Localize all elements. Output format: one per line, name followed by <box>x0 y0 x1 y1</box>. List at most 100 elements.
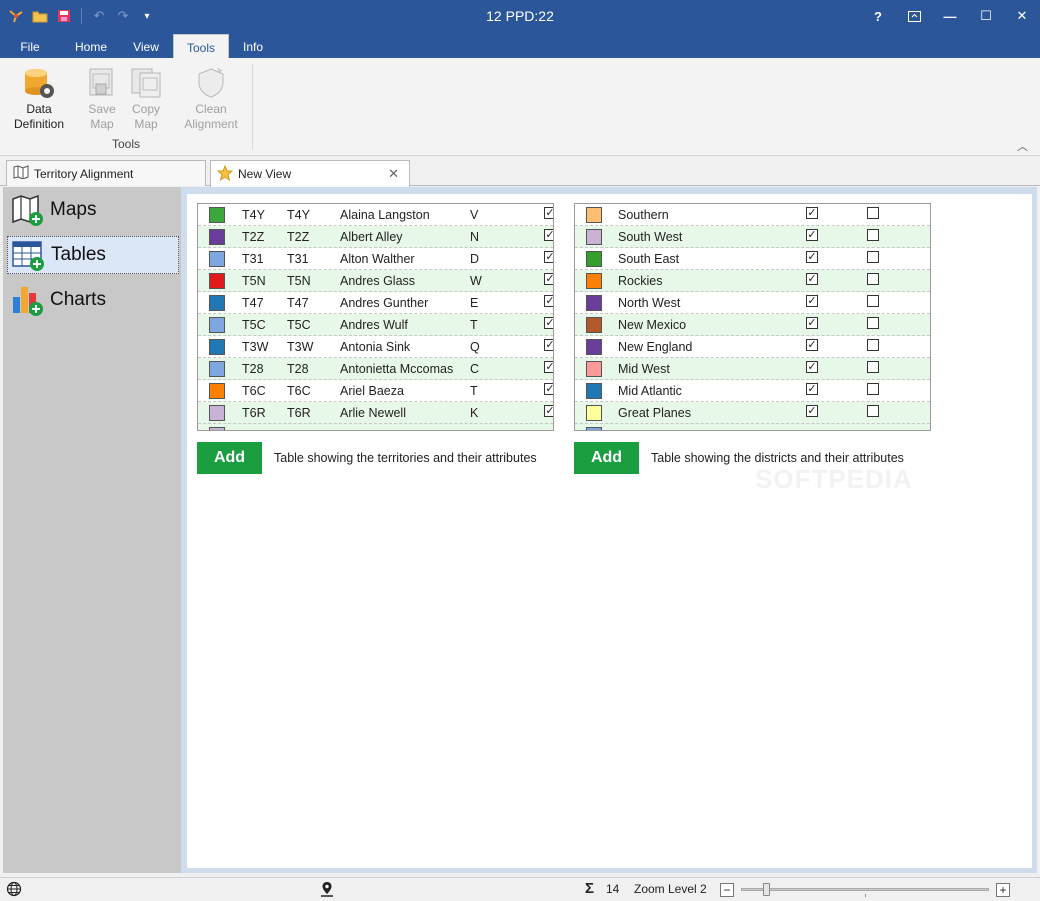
row-checkbox[interactable]: ✓ <box>544 207 553 219</box>
help-button[interactable]: ? <box>860 0 896 32</box>
district-checkbox-1[interactable]: ✓ <box>806 405 818 417</box>
table-row[interactable]: New England ✓ <box>575 336 930 358</box>
table-row[interactable]: T3W T3W Antonia Sink Q ✓ <box>198 336 553 358</box>
table-row[interactable]: South East ✓ <box>575 248 930 270</box>
district-checkbox-2[interactable] <box>867 383 879 395</box>
district-checkbox-1[interactable]: ✓ <box>806 207 818 219</box>
table-row[interactable]: T31 T31 Alton Walther D ✓ <box>198 248 553 270</box>
district-checkbox-2[interactable] <box>867 229 879 241</box>
color-swatch[interactable] <box>586 317 602 333</box>
district-checkbox-2[interactable] <box>867 295 879 307</box>
district-checkbox-2[interactable] <box>867 207 879 219</box>
table-row[interactable]: T47 T47 Andres Gunther E ✓ <box>198 292 553 314</box>
tab-home[interactable]: Home <box>64 34 118 58</box>
table-row[interactable]: New Mexico ✓ <box>575 314 930 336</box>
tab-new-view[interactable]: New View ✕ <box>210 160 410 187</box>
district-checkbox-1[interactable]: ✓ <box>806 361 818 373</box>
add-district-table-button[interactable]: Add <box>574 442 639 474</box>
table-row[interactable]: South West ✓ <box>575 226 930 248</box>
table-row[interactable]: T4Y T4Y Alaina Langston V ✓ <box>198 204 553 226</box>
tab-view[interactable]: View <box>122 34 170 58</box>
row-checkbox[interactable]: ✓ <box>544 383 553 395</box>
color-swatch[interactable] <box>586 427 602 430</box>
row-checkbox[interactable]: ✓ <box>544 361 553 373</box>
collapse-ribbon-icon[interactable]: ︿ <box>1017 138 1028 154</box>
table-row[interactable]: Mid West ✓ <box>575 358 930 380</box>
district-checkbox-2[interactable] <box>867 251 879 263</box>
color-swatch[interactable] <box>586 405 602 421</box>
table-row[interactable]: North West ✓ <box>575 292 930 314</box>
tab-territory-alignment[interactable]: Territory Alignment <box>6 160 206 186</box>
tab-info[interactable]: Info <box>232 34 274 58</box>
table-row[interactable]: T6R T6R Arlie Newell K ✓ <box>198 402 553 424</box>
data-definition-button[interactable]: Data Definition <box>8 66 70 132</box>
tab-tools[interactable]: Tools <box>173 34 229 58</box>
zoom-out-button[interactable]: − <box>720 883 734 897</box>
color-swatch[interactable] <box>586 295 602 311</box>
color-swatch[interactable] <box>209 405 225 421</box>
color-swatch[interactable] <box>209 295 225 311</box>
color-swatch[interactable] <box>209 273 225 289</box>
color-swatch[interactable] <box>209 229 225 245</box>
table-row[interactable]: T5N T5N Andres Glass W ✓ <box>198 270 553 292</box>
globe-icon[interactable] <box>6 881 22 900</box>
clean-alignment-button[interactable]: Clean Alignment <box>178 66 244 132</box>
color-swatch[interactable] <box>586 229 602 245</box>
row-checkbox[interactable]: ✓ <box>544 229 553 241</box>
save-map-button[interactable]: Save Map <box>80 66 124 132</box>
table-row[interactable] <box>198 424 553 430</box>
table-row[interactable]: T2Z T2Z Albert Alley N ✓ <box>198 226 553 248</box>
row-checkbox[interactable]: ✓ <box>544 339 553 351</box>
table-row[interactable]: T5C T5C Andres Wulf T ✓ <box>198 314 553 336</box>
district-checkbox-2[interactable] <box>867 339 879 351</box>
table-row[interactable]: T6C T6C Ariel Baeza T ✓ <box>198 380 553 402</box>
territories-table[interactable]: T4Y T4Y Alaina Langston V ✓ T2Z T2Z Albert Alle… <box>197 203 554 431</box>
districts-table[interactable]: Southern ✓ South West ✓ South East ✓ Rockies ✓ N… <box>574 203 931 431</box>
district-checkbox-1[interactable]: ✓ <box>806 317 818 329</box>
district-checkbox-2[interactable] <box>867 361 879 373</box>
district-checkbox-1[interactable]: ✓ <box>806 383 818 395</box>
color-swatch[interactable] <box>209 317 225 333</box>
close-button[interactable]: ✕ <box>1004 0 1040 32</box>
sidebar-item-maps[interactable]: Maps <box>7 191 179 229</box>
copy-map-button[interactable]: Copy Map <box>124 66 168 132</box>
color-swatch[interactable] <box>209 251 225 267</box>
maximize-button[interactable]: ☐ <box>968 0 1004 32</box>
restore-ribbon-icon[interactable] <box>896 0 932 32</box>
color-swatch[interactable] <box>209 383 225 399</box>
color-swatch[interactable] <box>586 361 602 377</box>
close-tab-icon[interactable]: ✕ <box>388 166 399 182</box>
table-row[interactable]: T28 T28 Antonietta Mccomas C ✓ <box>198 358 553 380</box>
color-swatch[interactable] <box>586 383 602 399</box>
district-checkbox-1[interactable]: ✓ <box>806 339 818 351</box>
row-checkbox[interactable]: ✓ <box>544 295 553 307</box>
color-swatch[interactable] <box>586 251 602 267</box>
district-checkbox-1[interactable]: ✓ <box>806 273 818 285</box>
sidebar-item-charts[interactable]: Charts <box>7 281 179 319</box>
row-checkbox[interactable]: ✓ <box>544 317 553 329</box>
zoom-slider-thumb[interactable] <box>763 883 770 896</box>
table-row[interactable] <box>575 424 930 430</box>
district-checkbox-2[interactable] <box>867 317 879 329</box>
zoom-slider-track[interactable] <box>741 888 989 891</box>
color-swatch[interactable] <box>586 339 602 355</box>
color-swatch[interactable] <box>586 273 602 289</box>
color-swatch[interactable] <box>586 207 602 223</box>
table-row[interactable]: Mid Atlantic ✓ <box>575 380 930 402</box>
row-checkbox[interactable]: ✓ <box>544 405 553 417</box>
color-swatch[interactable] <box>209 427 225 430</box>
district-checkbox-2[interactable] <box>867 405 879 417</box>
color-swatch[interactable] <box>209 339 225 355</box>
table-row[interactable]: Great Planes ✓ <box>575 402 930 424</box>
table-row[interactable]: Rockies ✓ <box>575 270 930 292</box>
add-territory-table-button[interactable]: Add <box>197 442 262 474</box>
sidebar-item-tables[interactable]: Tables <box>7 236 179 274</box>
tab-file[interactable]: File <box>8 34 52 58</box>
district-checkbox-1[interactable]: ✓ <box>806 295 818 307</box>
district-checkbox-1[interactable]: ✓ <box>806 229 818 241</box>
color-swatch[interactable] <box>209 361 225 377</box>
location-pin-icon[interactable] <box>319 881 335 900</box>
table-row[interactable]: Southern ✓ <box>575 204 930 226</box>
color-swatch[interactable] <box>209 207 225 223</box>
district-checkbox-2[interactable] <box>867 273 879 285</box>
